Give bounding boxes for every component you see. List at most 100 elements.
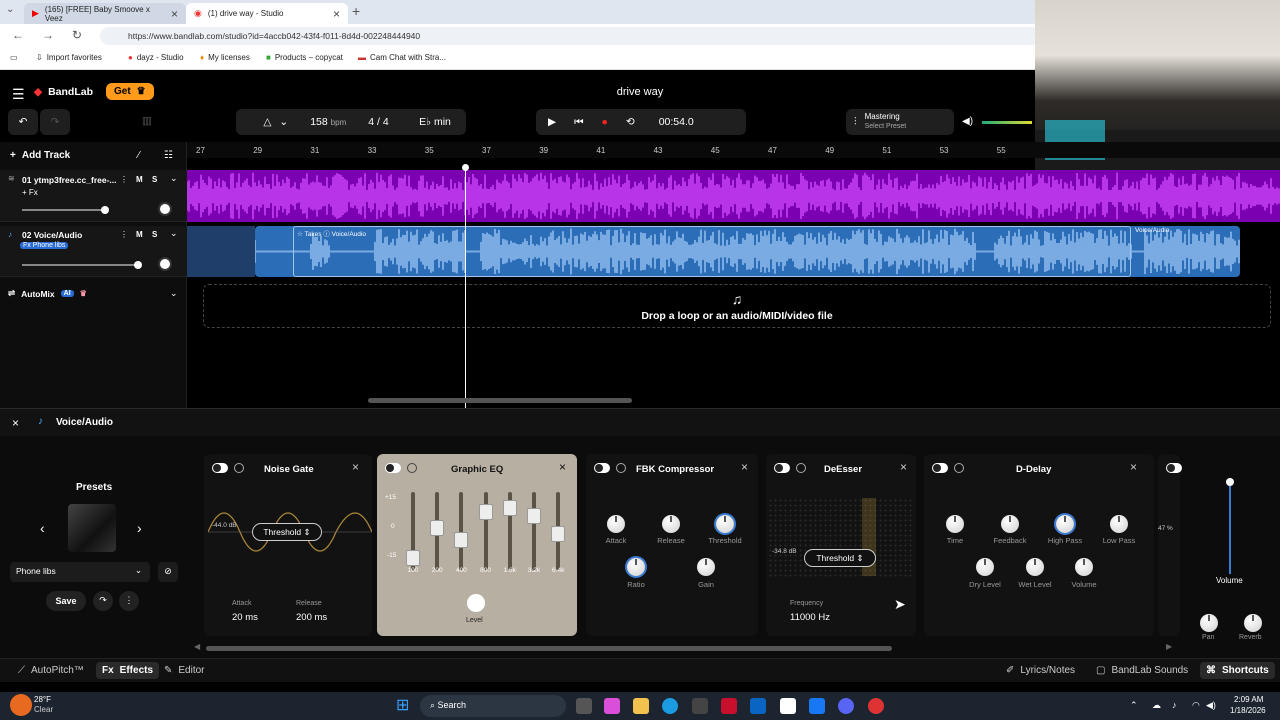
reload-icon[interactable]: ↻	[72, 28, 82, 42]
sounds-button[interactable]: ▢ BandLab Sounds	[1096, 665, 1188, 676]
undo-button[interactable]: ↶	[8, 109, 38, 135]
pan-knob[interactable]	[1200, 614, 1218, 632]
wand-icon[interactable]: ⁄	[138, 150, 140, 161]
chevron-left-icon[interactable]: ‹	[40, 520, 45, 536]
tab-youtube[interactable]: ▶ (165) [FREE] Baby Smoove x Veez ×	[24, 3, 186, 24]
weather-icon[interactable]	[10, 694, 32, 716]
pan-knob[interactable]	[158, 202, 172, 216]
threshold-knob[interactable]	[716, 515, 734, 533]
forward-icon[interactable]: →	[42, 28, 54, 42]
effects-scrollbar[interactable]	[206, 646, 892, 651]
timeline-ruler[interactable]: 27 29 31 33 35 37 39 41 43 45 47 49 51 53 55	[187, 142, 1280, 158]
editor-button[interactable]: ✎ Editor	[164, 665, 205, 676]
eq-band-handle[interactable]	[430, 520, 445, 536]
settings-sliders-icon[interactable]: ☷	[164, 150, 173, 161]
compressor-toggle[interactable]	[594, 463, 610, 473]
taskbar-search[interactable]: ⌕ Search	[420, 695, 566, 717]
volume-icon[interactable]: ◀)	[1206, 700, 1216, 711]
ratio-knob[interactable]	[627, 558, 645, 576]
time-knob[interactable]	[946, 515, 964, 533]
master-volume-slider[interactable]	[982, 121, 1032, 124]
bookmark-import[interactable]: ⇩ Import favorites	[36, 53, 102, 62]
autopitch-button[interactable]: ⟋ AutoPitch™	[18, 665, 84, 676]
discord-icon[interactable]	[838, 698, 854, 714]
clip-takes[interactable]: ☆ Takes ⓘ Voice/Audio	[293, 226, 1131, 277]
close-icon[interactable]: ×	[171, 7, 178, 21]
project-title[interactable]: drive way	[0, 86, 1280, 98]
effects-button[interactable]: Fx Effects	[96, 662, 160, 679]
share-icon[interactable]: ↷	[93, 591, 113, 611]
volume-slider[interactable]	[22, 264, 138, 266]
level-knob[interactable]	[467, 594, 485, 612]
fx-bypass-icon[interactable]: ⊘	[158, 562, 178, 582]
mute-button[interactable]: M	[136, 175, 143, 184]
chevron-right-icon[interactable]: ›	[137, 520, 142, 536]
close-icon[interactable]: ×	[12, 416, 19, 430]
track-1-waveform[interactable]	[187, 170, 1280, 222]
chevron-down-icon[interactable]: ⌄	[170, 173, 178, 184]
partial-toggle[interactable]	[1166, 463, 1182, 473]
more-icon[interactable]: ⋮	[120, 175, 128, 184]
eq-band-handle[interactable]	[454, 532, 469, 548]
key-selector[interactable]: E♭ min	[404, 109, 466, 135]
info-icon[interactable]	[616, 463, 626, 473]
deesser-toggle[interactable]	[774, 463, 790, 473]
info-icon[interactable]	[954, 463, 964, 473]
windows-start-icon[interactable]: ⊞	[396, 695, 409, 715]
reverb-knob[interactable]	[1244, 614, 1262, 632]
cloud-icon[interactable]: ☁	[1152, 700, 1161, 711]
playhead-handle[interactable]	[462, 164, 469, 171]
track-2-region[interactable]: ☆ Takes ⓘ Voice/Audio Voice/Audio	[255, 226, 1240, 277]
solo-button[interactable]: S	[152, 175, 157, 184]
frequency-value[interactable]: 11000 Hz	[790, 612, 830, 623]
clip-2-name[interactable]: Voice/Audio	[1135, 227, 1169, 234]
add-track-button[interactable]: + Add Track	[10, 150, 70, 161]
volume-slider[interactable]	[22, 209, 104, 211]
close-icon[interactable]: ×	[900, 460, 907, 474]
slider-thumb[interactable]	[134, 261, 142, 269]
track-1-fx[interactable]: + Fx	[22, 188, 38, 197]
mastering-button[interactable]: ⫶ Mastering Select Preset	[846, 109, 954, 135]
date[interactable]: 1/18/2026	[1230, 706, 1266, 715]
solo-button[interactable]: S	[152, 230, 157, 239]
preset-select[interactable]: Phone libs ⌄	[10, 562, 150, 582]
chrome-icon[interactable]	[868, 698, 884, 714]
play-icon[interactable]: ▶	[548, 116, 556, 128]
threshold-control[interactable]: Threshold ⇕	[252, 523, 322, 541]
tab-studio[interactable]: ◉ (1) drive way - Studio ×	[186, 3, 348, 24]
more-icon[interactable]: ⋮	[120, 230, 128, 239]
wet-level-knob[interactable]	[1026, 558, 1044, 576]
close-icon[interactable]: ×	[1130, 460, 1137, 474]
dry-level-knob[interactable]	[976, 558, 994, 576]
clock[interactable]: 2:09 AM	[1234, 695, 1263, 704]
timeline-scrollbar[interactable]	[368, 398, 632, 403]
shortcuts-button[interactable]: ⌘ Shortcuts	[1200, 662, 1275, 679]
low-pass-knob[interactable]	[1110, 515, 1128, 533]
delay-toggle[interactable]	[932, 463, 948, 473]
grid-icon[interactable]: ▥	[142, 115, 152, 127]
chevron-down-icon[interactable]: ⌄	[170, 228, 178, 239]
high-pass-knob[interactable]	[1056, 515, 1074, 533]
back-icon[interactable]: ←	[12, 28, 24, 42]
release-knob[interactable]	[662, 515, 680, 533]
save-button[interactable]: Save	[46, 591, 86, 611]
chevron-down-icon[interactable]: ⌄	[279, 116, 288, 128]
edge-icon[interactable]	[662, 698, 678, 714]
time-signature[interactable]: 4 / 4	[368, 116, 388, 128]
automix-row[interactable]: ⇌ AutoMix AI ♛	[8, 288, 87, 299]
info-icon[interactable]	[234, 463, 244, 473]
more-icon[interactable]: ⋮	[119, 591, 139, 611]
pan-knob[interactable]	[158, 257, 172, 271]
release-value[interactable]: 200 ms	[296, 612, 327, 623]
eq-band-handle[interactable]	[527, 508, 541, 524]
threshold-control[interactable]: Threshold ⇕	[804, 549, 876, 567]
metronome-icon[interactable]: △	[263, 116, 271, 128]
new-tab-icon[interactable]: +	[352, 3, 360, 19]
eq-band-track[interactable]	[532, 492, 536, 570]
eq-band-handle[interactable]	[502, 500, 517, 516]
tab-menu-icon[interactable]: ⌄	[6, 4, 14, 15]
bookmark-camchat[interactable]: ▬ Cam Chat with Stra...	[358, 53, 446, 62]
feedback-knob[interactable]	[1001, 515, 1019, 533]
track-2-header[interactable]: ♪ 02 Voice/Audio Fx Phone libs ⋮ M S ⌄	[0, 226, 187, 277]
volume-fader-thumb[interactable]	[1226, 478, 1234, 486]
